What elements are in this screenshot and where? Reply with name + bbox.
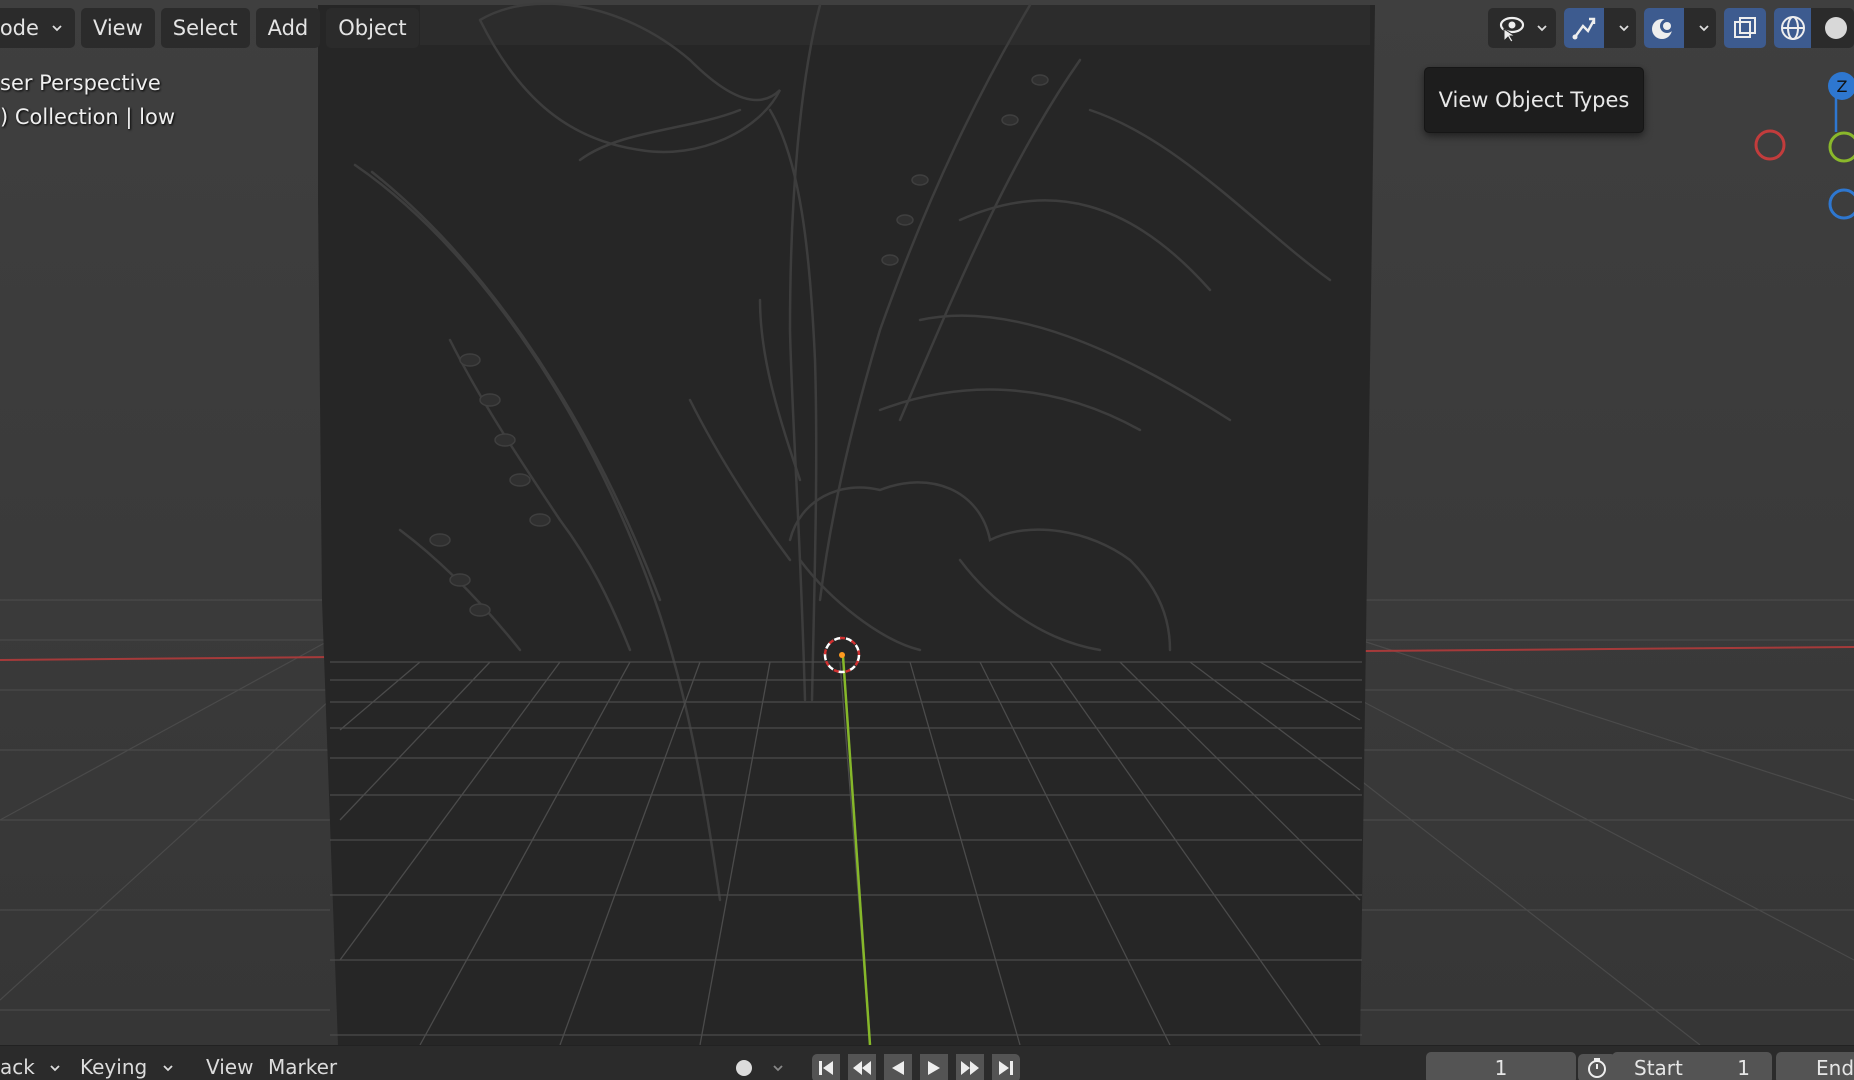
wireframe-shading-icon[interactable] [1774,8,1811,48]
eye-pointer-icon [1496,11,1530,45]
mode-label: lode [0,16,39,40]
xray-toggle-button[interactable] [1724,8,1766,48]
stopwatch-icon [1588,1058,1606,1078]
xray-icon [1728,11,1762,45]
overlays-icon[interactable] [1644,8,1684,48]
tooltip: View Object Types [1424,67,1644,133]
jump-end-button[interactable] [992,1054,1020,1080]
prev-keyframe-button[interactable] [848,1054,876,1080]
playback-label: ack [0,1055,35,1079]
menu-object[interactable]: Object [326,8,419,48]
3d-viewport[interactable]: lode View Select Add Object ser Perspect… [0,0,1854,1045]
timeline-bar: ack Keying View Marker 1 Start 1 End [0,1045,1854,1080]
next-keyframe-button[interactable] [956,1054,984,1080]
gizmo-toggle-group [1564,8,1636,48]
chevron-down-icon [50,1065,60,1072]
timeline-view-menu[interactable]: View [206,1052,253,1080]
start-frame-value: 1 [1737,1056,1750,1080]
use-preview-range-button[interactable] [1578,1054,1616,1080]
chevron-down-icon [1537,25,1547,32]
play-reverse-button[interactable] [884,1054,912,1080]
chevron-down-icon[interactable] [1698,22,1710,34]
marker-menu[interactable]: Marker [268,1052,337,1080]
auto-keying-options[interactable] [764,1054,792,1080]
viewport-info-overlay: ser Perspective ) Collection | low [0,66,175,134]
prev-keyframe-icon [853,1061,871,1075]
play-button[interactable] [920,1054,948,1080]
z-axis-negative-handle[interactable] [1828,188,1854,220]
navigation-gizmo[interactable]: Z [1734,68,1854,228]
record-keyframe-button[interactable] [730,1054,758,1080]
keying-menu[interactable]: Keying [80,1052,174,1080]
chevron-down-icon [162,1065,173,1072]
start-frame-field[interactable]: Start 1 [1612,1052,1772,1080]
collection-label: ) Collection | low [0,105,176,129]
jump-start-button[interactable] [812,1054,840,1080]
play-icon [928,1061,940,1075]
gizmo-icon[interactable] [1564,8,1604,48]
menu-add[interactable]: Add [255,8,321,48]
start-frame-label: Start [1634,1056,1683,1080]
mode-selector[interactable]: lode [0,8,75,48]
chevron-down-icon[interactable] [1618,22,1630,34]
play-reverse-icon [892,1061,904,1075]
view-object-types-button[interactable] [1488,8,1556,48]
mesh-edge-top [420,5,1370,45]
x-axis-negative-handle[interactable] [1754,129,1786,161]
solid-shading-icon[interactable] [1817,8,1854,48]
chevron-down-icon [773,1065,783,1072]
playback-menu[interactable]: ack [0,1052,61,1080]
viewport-header-menu: lode View Select Add Object [0,8,419,48]
chevron-down-icon [52,25,62,32]
menu-view[interactable]: View [80,8,155,48]
next-keyframe-icon [961,1061,979,1075]
overlay-toggle-group [1644,8,1716,48]
end-frame-field[interactable]: End [1776,1052,1854,1080]
jump-start-icon [819,1061,833,1075]
menu-select[interactable]: Select [160,8,250,48]
current-frame-field[interactable]: 1 [1426,1052,1576,1080]
keying-label: Keying [80,1055,148,1079]
scene-canvas[interactable] [0,0,1854,1045]
shading-mode-group [1774,8,1854,48]
relief-panel-mesh[interactable] [318,5,1375,1045]
viewport-header-right [1488,8,1854,48]
perspective-label: ser Perspective [0,71,161,95]
record-icon [736,1060,752,1076]
z-axis-gizmo-label: Z [1837,77,1848,96]
end-frame-label: End [1816,1056,1854,1080]
jump-end-icon [999,1061,1013,1075]
y-axis-negative-handle[interactable] [1828,131,1854,163]
